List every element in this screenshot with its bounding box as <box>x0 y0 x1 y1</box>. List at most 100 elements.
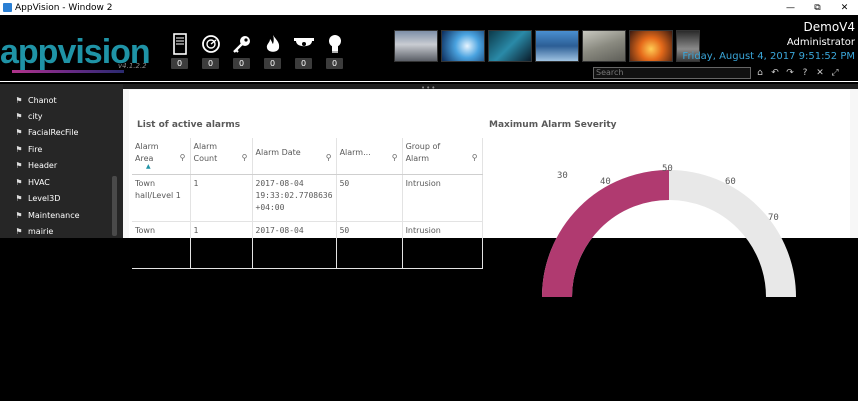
sidebar-item-label: Maintenance <box>28 210 80 220</box>
current-datetime: Friday, August 4, 2017 9:51:52 PM <box>682 51 855 62</box>
sidebar-item-hvac[interactable]: ⚑ HVAC <box>14 174 50 190</box>
sidebar-item-fire[interactable]: ⚑ Fire <box>14 141 42 157</box>
table-row[interactable]: Town 1 2017-08-04 50 Intrusion <box>132 221 483 269</box>
column-alarm-count[interactable]: Alarm Count ⚲ <box>190 138 253 175</box>
sidebar-item-label: Chanot <box>28 95 57 105</box>
sort-asc-icon: ▲ <box>146 162 151 170</box>
thumbnail-datacenter[interactable] <box>488 30 532 62</box>
dashboard-panel: ••• List of active alarms Maximum Alarm … <box>123 84 858 298</box>
site-thumbnails <box>394 30 700 62</box>
server-name: DemoV4 <box>803 20 856 34</box>
alarm-counters: 0 0 0 0 0 0 <box>168 33 346 69</box>
undo-icon[interactable]: ↶ <box>769 67 781 79</box>
user-name: Administrator <box>786 37 855 48</box>
thumbnail-city[interactable] <box>582 30 626 62</box>
counter-value: 0 <box>171 58 188 69</box>
dashboard-canvas: List of active alarms Maximum Alarm Seve… <box>129 90 850 298</box>
sidebar-scrollbar[interactable] <box>112 176 117 236</box>
counter-value: 0 <box>202 58 219 69</box>
cell-alarm-count: 1 <box>190 221 253 269</box>
cell-alarm-area: Town <box>132 221 191 269</box>
sidebar-item-chanot[interactable]: ⚑ Chanot <box>14 92 57 108</box>
title-bar: AppVision - Window 2 — ⧉ ✕ <box>0 0 858 15</box>
search-icon[interactable]: ⚲ <box>180 152 186 164</box>
counter-camera[interactable]: 0 <box>292 33 315 69</box>
map-flag-icon: ⚑ <box>15 95 23 105</box>
search-icon[interactable]: ⚲ <box>392 152 398 164</box>
gauge-label-50: 50 <box>662 164 673 174</box>
map-flag-icon: ⚑ <box>15 210 23 220</box>
search-icon[interactable]: ⚲ <box>242 152 248 164</box>
logo-underline <box>12 70 124 73</box>
session-info: DemoV4 Administrator Friday, August 4, 2… <box>682 20 855 62</box>
sidebar-item-mairie[interactable]: ⚑ mairie <box>14 223 53 238</box>
gauge-label-60: 60 <box>725 177 736 187</box>
column-label: Alarm... <box>339 148 371 157</box>
minimize-button[interactable]: — <box>777 0 804 15</box>
counter-fire[interactable]: 0 <box>261 33 284 69</box>
home-icon[interactable]: ⌂ <box>754 67 766 79</box>
cell-group-of-alarm: Intrusion <box>402 221 483 269</box>
close-button[interactable]: ✕ <box>831 0 858 15</box>
sidebar-item-level3d[interactable]: ⚑ Level3D <box>14 190 60 206</box>
counter-light[interactable]: 0 <box>323 33 346 69</box>
sidebar-item-header[interactable]: ⚑ Header <box>14 157 57 173</box>
counter-value: 0 <box>233 58 250 69</box>
tools-icon[interactable]: ✕ <box>814 67 826 79</box>
window-title: AppVision - Window 2 <box>15 2 113 13</box>
column-alarm-area[interactable]: Alarm Area ⚲ ▲ <box>132 138 191 175</box>
restore-button[interactable]: ⧉ <box>804 0 831 15</box>
alarm-dial-icon <box>200 33 222 55</box>
search-icon[interactable]: ⚲ <box>326 152 332 164</box>
counter-value: 0 <box>326 58 343 69</box>
sidebar-item-label: Level3D <box>28 193 61 203</box>
cell-alarm-severity: 50 <box>336 174 403 222</box>
header-divider <box>0 81 858 82</box>
version-label: v4.1.2.2 <box>118 62 147 70</box>
table-row[interactable]: Town hall/Level 1 1 2017-08-04 19:33:02.… <box>132 174 483 222</box>
map-flag-icon: ⚑ <box>15 144 23 154</box>
cell-alarm-area: Town hall/Level 1 <box>132 174 191 222</box>
sidebar-item-label: mairie <box>28 226 54 236</box>
help-icon[interactable]: ? <box>799 67 811 79</box>
thumbnail-fire[interactable] <box>629 30 673 62</box>
sidebar-item-label: city <box>28 111 43 121</box>
app-icon <box>3 3 12 12</box>
column-label: Group of Alarm <box>405 142 441 163</box>
thumbnail-town-hall[interactable] <box>394 30 438 62</box>
gauge-label-70: 70 <box>768 213 779 223</box>
map-flag-icon: ⚑ <box>15 177 23 187</box>
severity-title: Maximum Alarm Severity <box>489 120 617 130</box>
cell-alarm-severity: 50 <box>336 221 403 269</box>
camera-icon <box>293 33 315 55</box>
counter-value: 0 <box>295 58 312 69</box>
search-icon[interactable]: ⚲ <box>472 152 478 164</box>
gauge-fill <box>542 170 670 298</box>
sidebar-item-city[interactable]: ⚑ city <box>14 108 43 124</box>
sidebar: ⚑ Chanot ⚑ city ⚑ FacialRecFile ⚑ Fire ⚑… <box>0 84 123 238</box>
panel-top-bar: ••• <box>123 84 858 92</box>
redo-icon[interactable]: ↷ <box>784 67 796 79</box>
column-alarm-date[interactable]: Alarm Date ⚲ <box>252 138 337 175</box>
cell-group-of-alarm: Intrusion <box>402 174 483 222</box>
column-label: Alarm Count <box>193 142 218 163</box>
search-input[interactable]: Search <box>593 67 751 79</box>
column-group-of-alarm[interactable]: Group of Alarm ⚲ <box>402 138 483 175</box>
cell-alarm-date: 2017-08-04 <box>252 221 337 269</box>
column-alarm-severity[interactable]: Alarm... ⚲ <box>336 138 403 175</box>
column-label: Alarm Date <box>255 148 301 157</box>
thumbnail-network[interactable] <box>441 30 485 62</box>
counter-alarm[interactable]: 0 <box>199 33 222 69</box>
counter-server[interactable]: 0 <box>168 33 191 69</box>
sidebar-item-label: HVAC <box>28 177 50 187</box>
sidebar-item-facialrecfile[interactable]: ⚑ FacialRecFile <box>14 124 78 140</box>
map-flag-icon: ⚑ <box>15 111 23 121</box>
sidebar-item-label: FacialRecFile <box>28 127 79 137</box>
gauge-label-40: 40 <box>600 177 611 187</box>
thumbnail-building[interactable] <box>535 30 579 62</box>
expand-icon[interactable]: ⤢ <box>829 67 841 79</box>
map-flag-icon: ⚑ <box>15 160 23 170</box>
map-flag-icon: ⚑ <box>15 127 23 137</box>
sidebar-item-maintenance[interactable]: ⚑ Maintenance <box>14 207 80 223</box>
counter-access[interactable]: 0 <box>230 33 253 69</box>
